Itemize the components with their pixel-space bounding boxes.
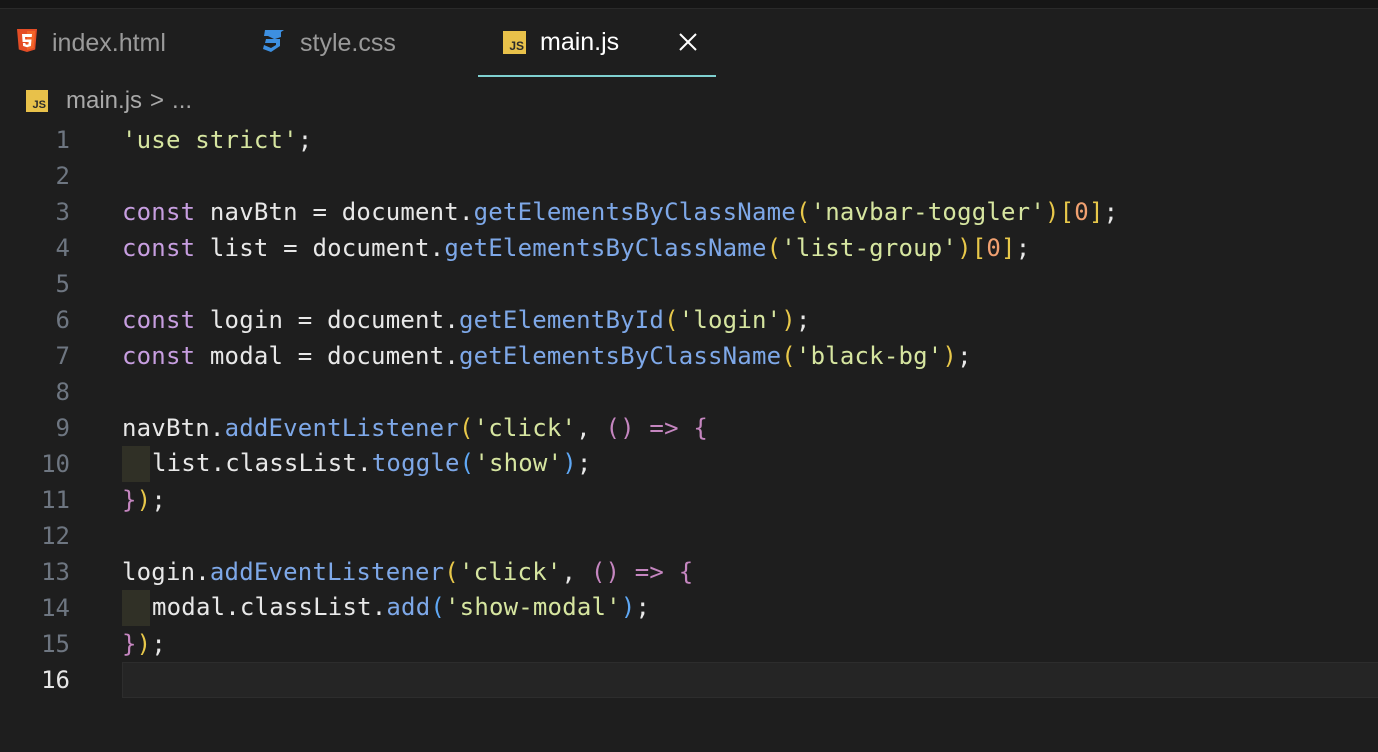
breadcrumb-more[interactable]: ...: [172, 87, 192, 115]
line-content: const navBtn = document.getElementsByCla…: [122, 198, 1119, 226]
html5-icon: [16, 28, 38, 58]
line-number: 7: [55, 342, 70, 370]
code-line-7: 7 const modal = document.getElementsByCl…: [0, 338, 1378, 374]
code-line-5: 5: [0, 266, 1378, 302]
line-number: 8: [55, 378, 70, 406]
line-content: login.addEventListener('click', () => {: [122, 558, 694, 586]
line-number: 14: [41, 594, 70, 622]
line-number: 13: [41, 558, 70, 586]
line-content: 'use strict';: [122, 126, 313, 154]
code-line-3: 3 const navBtn = document.getElementsByC…: [0, 194, 1378, 230]
js-file-icon: JS: [503, 30, 526, 54]
line-number: 11: [41, 486, 70, 514]
js-file-icon: JS: [26, 90, 48, 112]
tab-label: style.css: [300, 28, 396, 57]
current-line-highlight: [122, 662, 1378, 698]
code-line-6: 6 const login = document.getElementById(…: [0, 302, 1378, 338]
line-content: list.classList.toggle('show');: [122, 446, 592, 482]
tab-label: main.js: [540, 27, 620, 56]
chevron-right-icon: >: [150, 87, 165, 114]
breadcrumb: JS main.js > ...: [26, 85, 192, 117]
code-line-9: 9 navBtn.addEventListener('click', () =>…: [0, 410, 1378, 446]
line-content: });: [122, 630, 166, 658]
code-line-14: 14 modal.classList.add('show-modal');: [0, 590, 1378, 626]
line-number: 10: [41, 450, 70, 478]
line-content: const list = document.getElementsByClass…: [122, 234, 1031, 262]
line-number: 16: [41, 666, 70, 694]
code-line-16-current[interactable]: 16: [0, 662, 1378, 698]
line-content: navBtn.addEventListener('click', () => {: [122, 414, 709, 442]
indent-guide: [122, 446, 150, 482]
code-line-13: 13 login.addEventListener('click', () =>…: [0, 554, 1378, 590]
line-number: 12: [41, 522, 70, 550]
code-line-12: 12: [0, 518, 1378, 554]
code-editor[interactable]: 1 'use strict'; 2 3 const navBtn = docum…: [0, 122, 1378, 698]
line-number: 2: [55, 162, 70, 190]
line-number: 5: [55, 270, 70, 298]
code-line-15: 15 });: [0, 626, 1378, 662]
breadcrumb-file[interactable]: main.js: [66, 87, 142, 115]
tab-style-css[interactable]: style.css: [260, 9, 396, 77]
window-top-strip: [0, 0, 1378, 9]
line-number: 9: [55, 414, 70, 442]
code-line-10: 10 list.classList.toggle('show');: [0, 446, 1378, 482]
line-content: const login = document.getElementById('l…: [122, 306, 811, 334]
line-number: 15: [41, 630, 70, 658]
code-line-11: 11 });: [0, 482, 1378, 518]
code-line-4: 4 const list = document.getElementsByCla…: [0, 230, 1378, 266]
code-line-8: 8: [0, 374, 1378, 410]
line-content: });: [122, 486, 166, 514]
line-content: modal.classList.add('show-modal');: [122, 590, 650, 626]
indent-guide: [122, 590, 150, 626]
editor-tab-bar: index.html style.css JS main.js: [0, 9, 1378, 77]
line-number: 6: [55, 306, 70, 334]
line-content: const modal = document.getElementsByClas…: [122, 342, 972, 370]
close-tab-icon[interactable]: [671, 25, 705, 59]
line-number: 3: [55, 198, 70, 226]
tab-index-html[interactable]: index.html: [16, 9, 166, 77]
css3-icon: [260, 28, 286, 59]
code-line-1: 1 'use strict';: [0, 122, 1378, 158]
line-number: 4: [55, 234, 70, 262]
code-line-2: 2: [0, 158, 1378, 194]
line-number: 1: [55, 126, 70, 154]
tab-label: index.html: [52, 28, 166, 57]
